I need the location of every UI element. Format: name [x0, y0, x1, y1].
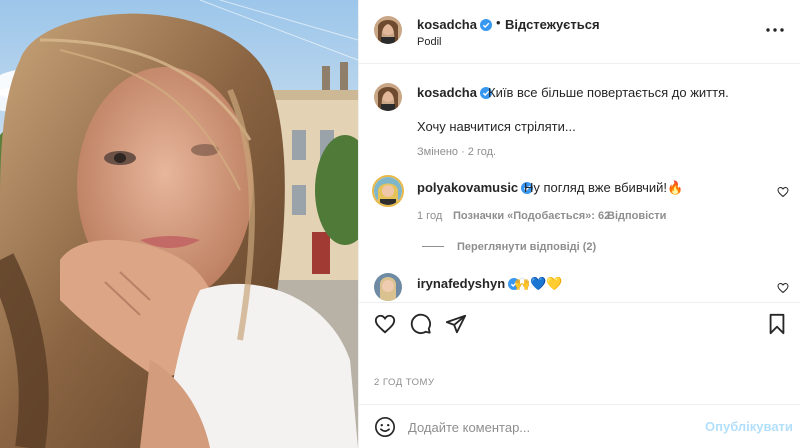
post-header: kosadcha • Відстежується Podil: [359, 0, 800, 64]
post-photo-illustration: [0, 0, 358, 448]
add-comment-bar: Опублікувати: [359, 404, 800, 448]
comment-time[interactable]: 1 год: [417, 210, 442, 222]
verified-badge-icon: [479, 19, 492, 31]
caption-author-username-text: kosadcha: [417, 85, 477, 100]
paper-plane-icon[interactable]: [445, 313, 467, 335]
more-options-icon[interactable]: [764, 22, 786, 38]
view-replies-line: [422, 246, 444, 247]
author-username[interactable]: kosadcha: [417, 17, 492, 32]
comment-text: Ну погляд вже вбивчий!🔥: [524, 180, 684, 195]
comment-like-heart-icon[interactable]: [777, 282, 789, 294]
publish-button[interactable]: Опублікувати: [705, 419, 793, 434]
post-photo[interactable]: [0, 0, 358, 448]
author-username-text: kosadcha: [417, 17, 477, 32]
author-avatar[interactable]: [374, 16, 402, 44]
follow-status-button[interactable]: Відстежується: [505, 17, 600, 32]
view-replies-button[interactable]: Переглянути відповіді (2): [457, 241, 596, 253]
comment-text: 🙌💙💛: [514, 276, 563, 291]
smiley-icon[interactable]: [374, 416, 396, 438]
caption-text-line1: Київ все більше повертається до життя.: [488, 85, 729, 100]
caption-author-avatar[interactable]: [374, 83, 402, 111]
comment-username-text: polyakovamusic: [417, 180, 519, 195]
comment-likes-count[interactable]: Позначки «Подобається»: 62: [453, 210, 610, 222]
comments-section[interactable]: kosadcha Київ все більше повертається до…: [359, 65, 800, 302]
post-actions-bar: [359, 302, 800, 342]
caption-meta: Змінено · 2 год.: [417, 146, 497, 158]
comment-input[interactable]: [408, 414, 698, 440]
comment-bubble-icon[interactable]: [410, 313, 432, 335]
caption-text-line2: Хочу навчитися стріляти...: [417, 119, 576, 134]
comment-username-irynafedyshyn[interactable]: irynafedyshyn: [417, 276, 521, 291]
comment-reply-button[interactable]: Відповісти: [607, 210, 666, 222]
comment-like-heart-icon[interactable]: [777, 186, 789, 198]
post-location[interactable]: Podil: [417, 36, 441, 48]
commenter-avatar-polyakovamusic[interactable]: [372, 175, 404, 207]
caption-author-username[interactable]: kosadcha: [417, 85, 492, 100]
commenter-avatar-irynafedyshyn[interactable]: [374, 273, 402, 301]
bookmark-icon[interactable]: [766, 313, 788, 335]
comment-username-polyakovamusic[interactable]: polyakovamusic: [417, 180, 534, 195]
separator-dot: •: [496, 15, 501, 30]
heart-icon[interactable]: [374, 313, 396, 335]
post-details-panel: kosadcha • Відстежується Podil kosadcha …: [358, 0, 800, 448]
post-time-ago[interactable]: 2 ГОД ТОМУ: [374, 377, 435, 388]
comment-username-text: irynafedyshyn: [417, 276, 506, 291]
